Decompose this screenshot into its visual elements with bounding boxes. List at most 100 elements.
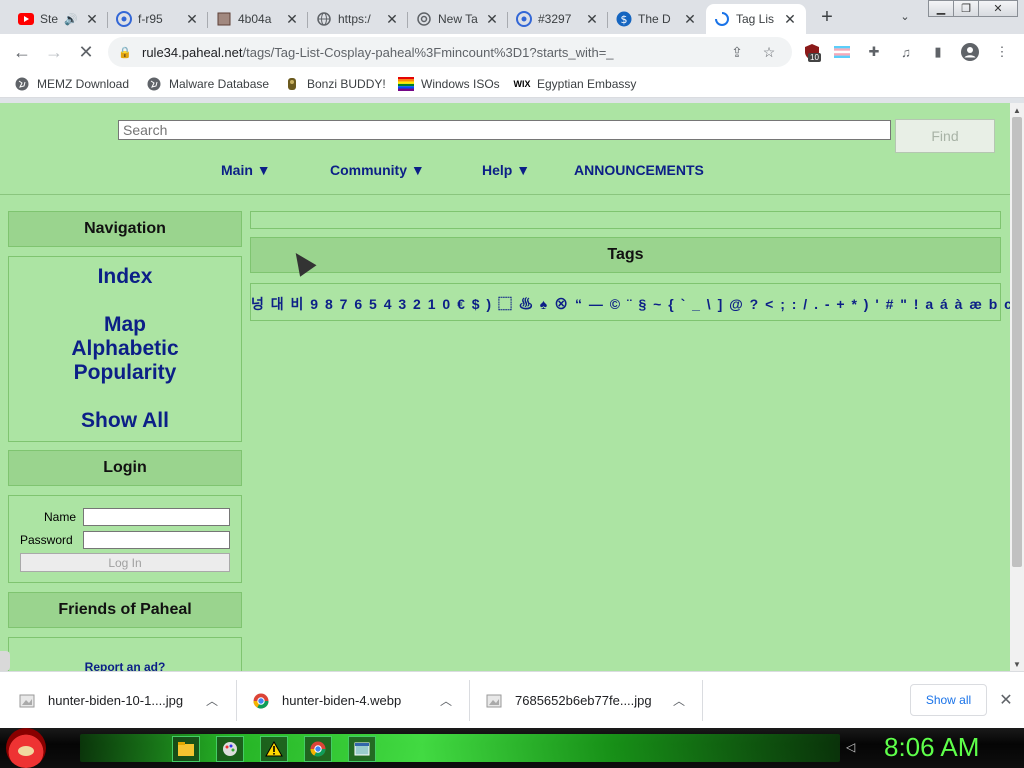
url-text[interactable]: rule34.paheal.net/tags/Tag-List-Cosplay-… (142, 45, 614, 60)
tab-active[interactable]: Tag Lis ✕ (706, 4, 806, 34)
kebab-menu-icon[interactable]: ⋮ (992, 42, 1012, 62)
globe-icon (316, 11, 332, 27)
navigation-header: Navigation (8, 211, 242, 247)
log-in-button[interactable]: Log In (20, 553, 230, 572)
menu-announcements[interactable]: ANNOUNCEMENTS (574, 162, 704, 178)
nav-link-index[interactable]: Index (9, 265, 241, 289)
bookmark-memz[interactable]: MEMZ Download (14, 76, 129, 92)
restore-button[interactable]: ❐ (953, 0, 979, 17)
chevron-up-icon[interactable]: ︿ (440, 692, 452, 709)
close-tab-icon[interactable]: ✕ (782, 11, 798, 27)
tab-5[interactable]: New Ta ✕ (408, 4, 508, 34)
name-label: Name (43, 510, 76, 524)
rainbow-flag-icon (398, 76, 414, 92)
close-downloads-icon[interactable]: ✕ (996, 690, 1016, 710)
window-app-icon[interactable] (348, 736, 376, 762)
media-queue-icon[interactable]: ♫ (896, 42, 916, 62)
nav-link-map[interactable]: Map (9, 313, 241, 337)
window-close-button[interactable]: ✕ (978, 0, 1018, 17)
minimize-button[interactable]: ▁ (928, 0, 954, 17)
menu-help[interactable]: Help ▼ (482, 162, 530, 178)
close-tab-icon[interactable]: ✕ (84, 11, 100, 27)
tab-7[interactable]: $ The D ✕ (608, 4, 706, 34)
chevron-up-icon[interactable]: ︿ (206, 692, 218, 709)
download-item-3[interactable]: 7685652b6eb77fe....jpg ︿ (485, 672, 695, 729)
paint-icon[interactable] (216, 736, 244, 762)
bookmark-egyptian-embassy[interactable]: WIX Egyptian Embassy (514, 76, 637, 92)
tab-title: #3297 (538, 12, 572, 26)
close-tab-icon[interactable]: ✕ (484, 11, 500, 27)
profile-avatar[interactable] (960, 42, 980, 62)
new-tab-button[interactable]: + (816, 6, 838, 28)
nav-link-popularity[interactable]: Popularity (9, 361, 241, 385)
close-tab-icon[interactable]: ✕ (384, 11, 400, 27)
close-tab-icon[interactable]: ✕ (184, 11, 200, 27)
chevron-up-icon[interactable]: ︿ (673, 692, 685, 709)
name-input[interactable] (83, 508, 230, 526)
bookmark-windows-isos[interactable]: Windows ISOs (398, 76, 500, 92)
nav-link-alphabetic[interactable]: Alphabetic (9, 337, 241, 361)
scroll-down-icon[interactable]: ▼ (1010, 657, 1024, 671)
dollar-icon: $ (616, 11, 632, 27)
angry-bird-start-icon[interactable] (6, 728, 46, 768)
friends-header: Friends of Paheal (8, 592, 242, 628)
bookmark-malware-database[interactable]: Malware Database (146, 76, 269, 92)
password-input[interactable] (83, 531, 230, 549)
close-tab-icon[interactable]: ✕ (584, 11, 600, 27)
tags-header: Tags (250, 237, 1001, 273)
find-button[interactable]: Find (895, 119, 995, 153)
download-filename: hunter-biden-10-1....jpg (48, 693, 184, 708)
content-top-bar (250, 211, 1001, 229)
stop-loading-button[interactable]: ✕ (74, 40, 98, 64)
tab-6[interactable]: #3297 ✕ (508, 4, 608, 34)
bookmarks-bar: MEMZ Download Malware Database Bonzi BUD… (0, 70, 1024, 98)
back-button[interactable]: ← (10, 40, 34, 64)
download-item-2[interactable]: hunter-biden-4.webp ︿ (252, 672, 462, 729)
share-icon[interactable]: ⇪ (728, 43, 746, 61)
navigation-panel: Index Map Alphabetic Popularity Show All (8, 256, 242, 442)
file-explorer-icon[interactable] (172, 736, 200, 762)
address-bar[interactable]: 🔒 rule34.paheal.net/tags/Tag-List-Cospla… (108, 37, 792, 67)
forward-button[interactable]: → (42, 40, 66, 64)
tab-search-chevron-icon[interactable]: ⌄ (896, 7, 914, 25)
taskbar-clock[interactable]: 8:06 AM (884, 732, 979, 763)
tab-2[interactable]: f-r95 ✕ (108, 4, 208, 34)
page-scrollbar[interactable]: ▲ ▼ (1010, 103, 1024, 671)
nav-link-show-all[interactable]: Show All (9, 409, 241, 433)
tab-4[interactable]: https:/ ✕ (308, 4, 408, 34)
chrome-icon (252, 692, 270, 710)
close-tab-icon[interactable]: ✕ (682, 11, 698, 27)
tab-3[interactable]: 4b04a ✕ (208, 4, 308, 34)
download-item-1[interactable]: hunter-biden-10-1....jpg ︿ (18, 672, 228, 729)
url-domain: rule34.paheal.net (142, 45, 243, 60)
chrome-taskbar-icon[interactable] (304, 736, 332, 762)
close-tab-icon[interactable]: ✕ (284, 11, 300, 27)
extension-shield-icon[interactable]: 10 (802, 42, 822, 62)
bookmark-star-icon[interactable]: ☆ (760, 43, 778, 61)
globe-icon (146, 76, 162, 92)
tags-starting-chars[interactable]: 넝 대 비 9 8 7 6 5 4 3 2 1 0 € $ ) ⬚ ♨ ♠ ⊗ … (251, 284, 1010, 320)
download-separator (469, 680, 470, 721)
bookmark-label: Windows ISOs (421, 77, 500, 91)
report-ad-link[interactable]: Report an ad? (9, 660, 241, 671)
bookmark-label: Egyptian Embassy (537, 77, 637, 91)
loading-icon (714, 11, 730, 27)
puzzle-extensions-icon[interactable]: ✚ (864, 42, 884, 62)
speaker-icon: 🔊 (64, 13, 78, 26)
lock-icon[interactable]: 🔒 (118, 44, 132, 60)
bookmark-label: Malware Database (169, 77, 270, 91)
show-all-downloads-button[interactable]: Show all (910, 684, 987, 716)
side-panel-icon[interactable]: ▮ (928, 42, 948, 62)
scroll-thumb[interactable] (1012, 117, 1022, 567)
menu-community[interactable]: Community ▼ (330, 162, 425, 178)
tab-1[interactable]: Ste 🔊 ✕ (10, 4, 108, 34)
side-tab-handle[interactable] (0, 651, 10, 671)
flag-extension-icon[interactable] (832, 42, 852, 62)
scroll-up-icon[interactable]: ▲ (1010, 103, 1024, 117)
search-input[interactable] (118, 120, 891, 140)
tab-title: f-r95 (138, 12, 163, 26)
warning-icon[interactable] (260, 736, 288, 762)
menu-main[interactable]: Main ▼ (221, 162, 271, 178)
speaker-tray-icon[interactable]: ◁ (846, 740, 862, 756)
bookmark-bonzi-buddy[interactable]: Bonzi BUDDY! (284, 76, 386, 92)
